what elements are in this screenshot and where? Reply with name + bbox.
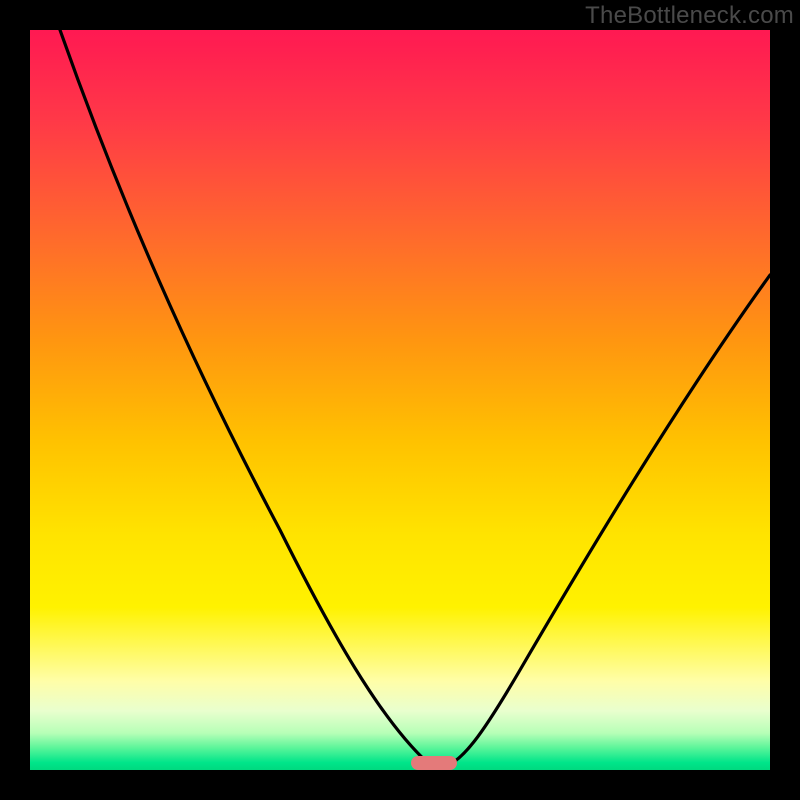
optimal-marker [411,756,457,770]
watermark-text: TheBottleneck.com [585,2,794,30]
chart-frame: TheBottleneck.com [0,0,800,800]
plot-area [30,30,770,770]
bottleneck-curve [30,30,770,770]
curve-path [60,30,770,768]
